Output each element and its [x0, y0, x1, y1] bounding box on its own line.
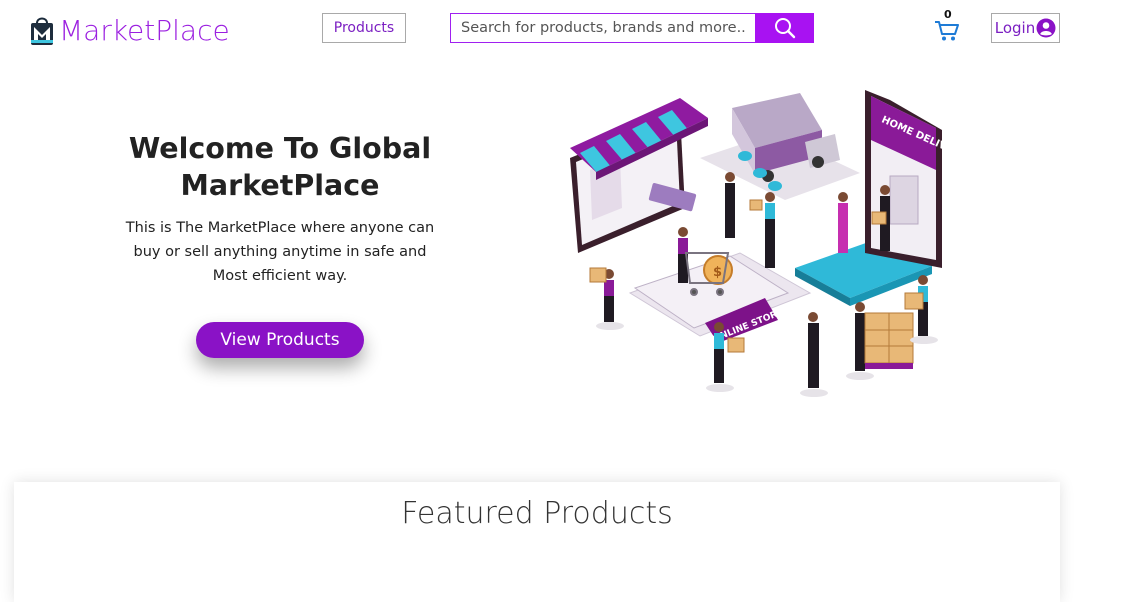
hero-title: Welcome To Global MarketPlace — [128, 132, 432, 202]
products-button[interactable]: Products — [322, 13, 406, 43]
brand-link[interactable]: MarketPlace — [30, 10, 230, 50]
hero-text: Welcome To Global MarketPlace This is Th… — [120, 130, 440, 288]
search-bar — [450, 13, 814, 43]
user-circle-icon — [1036, 18, 1056, 38]
svg-text:$: $ — [713, 265, 722, 280]
shopping-bag-m-logo-icon — [31, 17, 53, 45]
featured-products-title: Featured Products — [401, 496, 673, 531]
hero-description: This is The MarketPlace where anyone can… — [125, 220, 435, 284]
cart-icon — [935, 21, 959, 41]
login-button[interactable]: Login — [991, 13, 1060, 43]
search-button[interactable] — [755, 13, 814, 43]
featured-products-section: Featured Products — [14, 482, 1060, 602]
view-products-button[interactable]: View Products — [196, 322, 364, 358]
brand-name: MarketPlace — [59, 13, 230, 47]
search-icon — [774, 18, 795, 39]
marketplace-illustration: HOME DELIVERY ONLINE STORE $ — [570, 90, 950, 397]
navbar: MarketPlace Products 0 Login — [0, 0, 1128, 60]
search-input[interactable] — [450, 13, 755, 43]
login-label: Login — [994, 19, 1036, 37]
cart-button[interactable]: 0 — [934, 8, 962, 42]
phone-icon: HOME DELIVERY — [865, 90, 950, 268]
